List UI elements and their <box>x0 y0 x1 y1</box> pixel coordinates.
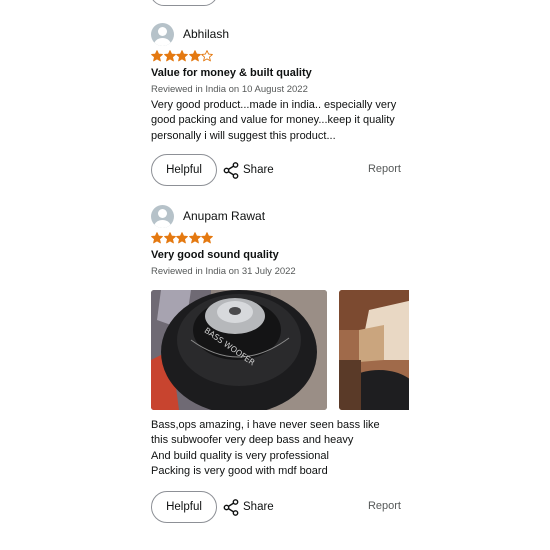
star-icon <box>176 50 188 62</box>
share-icon <box>223 161 239 179</box>
review-images: BASS WOOFER <box>151 290 409 412</box>
report-link[interactable]: Report <box>368 500 401 512</box>
review-title[interactable]: Value for money & built quality <box>151 66 411 81</box>
review-image-subwoofer[interactable]: BASS WOOFER <box>151 290 327 410</box>
reviewer-profile[interactable]: Anupam Rawat <box>151 204 411 228</box>
review-image-packaging[interactable] <box>339 290 409 410</box>
previous-helpful-button[interactable] <box>150 0 218 6</box>
share-label: Share <box>243 501 274 513</box>
user-avatar-icon <box>151 22 174 46</box>
review-actions: Helpful Share Report <box>151 491 401 523</box>
star-rating <box>151 231 411 245</box>
star-icon <box>201 232 213 244</box>
star-icon <box>151 50 163 62</box>
review-actions: Helpful Share Report <box>151 154 401 186</box>
report-link[interactable]: Report <box>368 163 401 175</box>
reviewer-profile[interactable]: Abhilash <box>151 22 411 46</box>
star-icon <box>188 50 201 62</box>
star-icon <box>176 232 188 244</box>
reviewer-name: Anupam Rawat <box>183 209 266 223</box>
review-body: Very good product...made in india.. espe… <box>151 99 397 142</box>
reviewer-name: Abhilash <box>183 27 230 41</box>
share-label: Share <box>243 164 274 176</box>
star-rating <box>151 49 411 63</box>
share-button[interactable]: Share <box>223 160 274 180</box>
share-icon <box>223 498 239 516</box>
star-icon <box>163 50 176 62</box>
helpful-button[interactable]: Helpful <box>151 154 217 186</box>
star-icon <box>201 50 213 62</box>
share-button[interactable]: Share <box>223 497 274 517</box>
review-date: Reviewed in India on 10 August 2022 <box>151 84 308 95</box>
user-avatar-icon <box>151 204 174 228</box>
review-date: Reviewed in India on 31 July 2022 <box>151 266 296 277</box>
review-body: Bass,ops amazing, i have never seen bass… <box>151 419 380 478</box>
review-card: Abhilash Value for money & built quality… <box>151 22 411 186</box>
star-icon <box>151 232 163 244</box>
star-icon <box>163 232 176 244</box>
review-card: Anupam Rawat Very good sound quality Rev… <box>151 204 411 523</box>
star-icon <box>188 232 201 244</box>
helpful-button[interactable]: Helpful <box>151 491 217 523</box>
review-title[interactable]: Very good sound quality <box>151 248 411 263</box>
